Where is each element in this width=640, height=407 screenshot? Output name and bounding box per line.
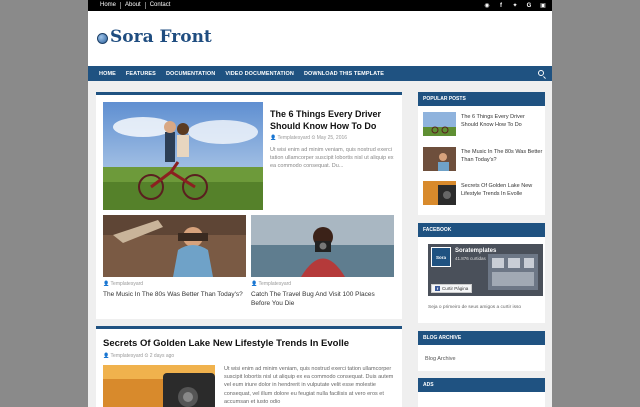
top-link-about[interactable]: About	[121, 2, 146, 9]
clock-icon: ⏲	[311, 135, 316, 141]
post-meta-travel: 👤 Templatesyard	[251, 281, 291, 287]
featured-excerpt: Ut wisi enim ad minim veniam, quis nostr…	[270, 147, 394, 169]
featured-author[interactable]: Templatesyard	[278, 135, 311, 141]
featured-meta: 👤 Templatesyard ⏲ May 25, 2016	[270, 135, 347, 141]
fb-page-avatar[interactable]: Sora	[431, 247, 451, 267]
user-icon: 👤	[103, 281, 110, 287]
widget-title: BLOG ARCHIVE	[418, 331, 545, 345]
post-image[interactable]	[103, 365, 215, 407]
featured-title[interactable]: The 6 Things Every Driver Should Know Ho…	[270, 108, 398, 132]
facebook-icon[interactable]: f	[498, 3, 504, 9]
fb-page-name[interactable]: Soratemplates	[455, 248, 496, 254]
user-icon: 👤	[251, 281, 258, 287]
widget-title: ADS	[418, 378, 545, 392]
facebook-widget: FACEBOOK Sora Soratemplates 41.876 curti…	[418, 223, 545, 323]
popular-post-item[interactable]: The Music In The 80s Was Better Than Tod…	[423, 147, 543, 173]
blog-archive-widget: BLOG ARCHIVE Blog Archive	[418, 331, 545, 371]
popular-post-thumb[interactable]	[423, 181, 456, 205]
rss-icon[interactable]: ◉	[484, 2, 490, 9]
site-logo[interactable]: Sora Front	[97, 27, 212, 47]
instagram-icon[interactable]: ▣	[540, 2, 546, 9]
ads-widget: ADS	[418, 378, 545, 407]
user-icon: 👤	[270, 135, 277, 141]
fb-like-label: Curtir Página	[442, 286, 469, 291]
popular-post-title[interactable]: The 6 Things Every Driver Should Know Ho…	[461, 113, 543, 129]
post-list-item: Secrets Of Golden Lake New Lifestyle Tre…	[96, 326, 402, 407]
search-icon[interactable]	[538, 70, 544, 76]
post-excerpt: Ut wisi enim ad minim veniam, quis nostr…	[224, 366, 394, 405]
post-title-music[interactable]: The Music In The 80s Was Better Than Tod…	[103, 290, 243, 299]
post-date: 2 days ago	[149, 353, 175, 359]
post-meta-music: 👤 Templatesyard	[103, 281, 143, 287]
popular-post-title[interactable]: The Music In The 80s Was Better Than Tod…	[461, 148, 543, 164]
post-image-music[interactable]	[103, 215, 246, 277]
featured-section: The 6 Things Every Driver Should Know Ho…	[96, 92, 402, 319]
facebook-page-plugin[interactable]: Sora Soratemplates 41.876 curtidas f Cur…	[428, 244, 543, 296]
nav-item-download[interactable]: DOWNLOAD THIS TEMPLATE	[299, 71, 389, 77]
post-author[interactable]: Templatesyard	[111, 353, 144, 359]
top-link-home[interactable]: Home	[96, 2, 122, 9]
popular-posts-widget: POPULAR POSTS The 6 Things Every Driver …	[418, 92, 545, 215]
nav-item-home[interactable]: HOME	[94, 71, 121, 77]
top-links: Home About Contact	[96, 0, 174, 11]
site-title: Sora Front	[110, 27, 212, 47]
top-bar: Home About Contact ◉ f ✦ G ▣	[88, 0, 552, 11]
clock-icon: ⏲	[144, 353, 149, 359]
post-author[interactable]: Templatesyard	[259, 281, 292, 287]
fb-likes: 41.876 curtidas	[455, 256, 486, 261]
main-nav: HOME FEATURES DOCUMENTATION VIDEO DOCUME…	[88, 66, 552, 81]
post-meta: 👤 Templatesyard ⏲ 2 days ago	[103, 353, 174, 359]
google-plus-icon[interactable]: G	[526, 3, 532, 9]
post-title-travel[interactable]: Catch The Travel Bug And Visit 100 Place…	[251, 290, 391, 308]
nav-item-features[interactable]: FEATURES	[121, 71, 161, 77]
facebook-icon: f	[435, 286, 440, 291]
post-title[interactable]: Secrets Of Golden Lake New Lifestyle Tre…	[103, 338, 349, 349]
archive-link[interactable]: Blog Archive	[425, 356, 456, 362]
nav-item-documentation[interactable]: DOCUMENTATION	[161, 71, 220, 77]
popular-post-item[interactable]: The 6 Things Every Driver Should Know Ho…	[423, 112, 543, 138]
widget-title: POPULAR POSTS	[418, 92, 545, 106]
globe-icon	[97, 32, 108, 44]
user-icon: 👤	[103, 353, 110, 359]
post-author[interactable]: Templatesyard	[111, 281, 144, 287]
widget-title: FACEBOOK	[418, 223, 545, 237]
popular-post-thumb[interactable]	[423, 112, 456, 136]
social-icons: ◉ f ✦ G ▣	[484, 0, 546, 11]
nav-item-video-documentation[interactable]: VIDEO DOCUMENTATION	[220, 71, 299, 77]
post-image-travel[interactable]	[251, 215, 394, 277]
top-link-contact[interactable]: Contact	[146, 2, 175, 9]
page: Home About Contact ◉ f ✦ G ▣ Sora Front …	[88, 0, 552, 407]
featured-date: May 25, 2016	[316, 135, 348, 141]
popular-post-item[interactable]: Secrets Of Golden Lake New Lifestyle Tre…	[423, 181, 543, 207]
site-header: Sora Front	[88, 11, 552, 66]
twitter-icon[interactable]: ✦	[512, 2, 518, 9]
fb-friends-note: Seja o primeiro de seus amigos a curtir …	[428, 305, 522, 310]
popular-post-thumb[interactable]	[423, 147, 456, 171]
featured-image[interactable]	[103, 102, 263, 210]
fb-like-button[interactable]: f Curtir Página	[431, 284, 473, 293]
popular-post-title[interactable]: Secrets Of Golden Lake New Lifestyle Tre…	[461, 182, 543, 198]
